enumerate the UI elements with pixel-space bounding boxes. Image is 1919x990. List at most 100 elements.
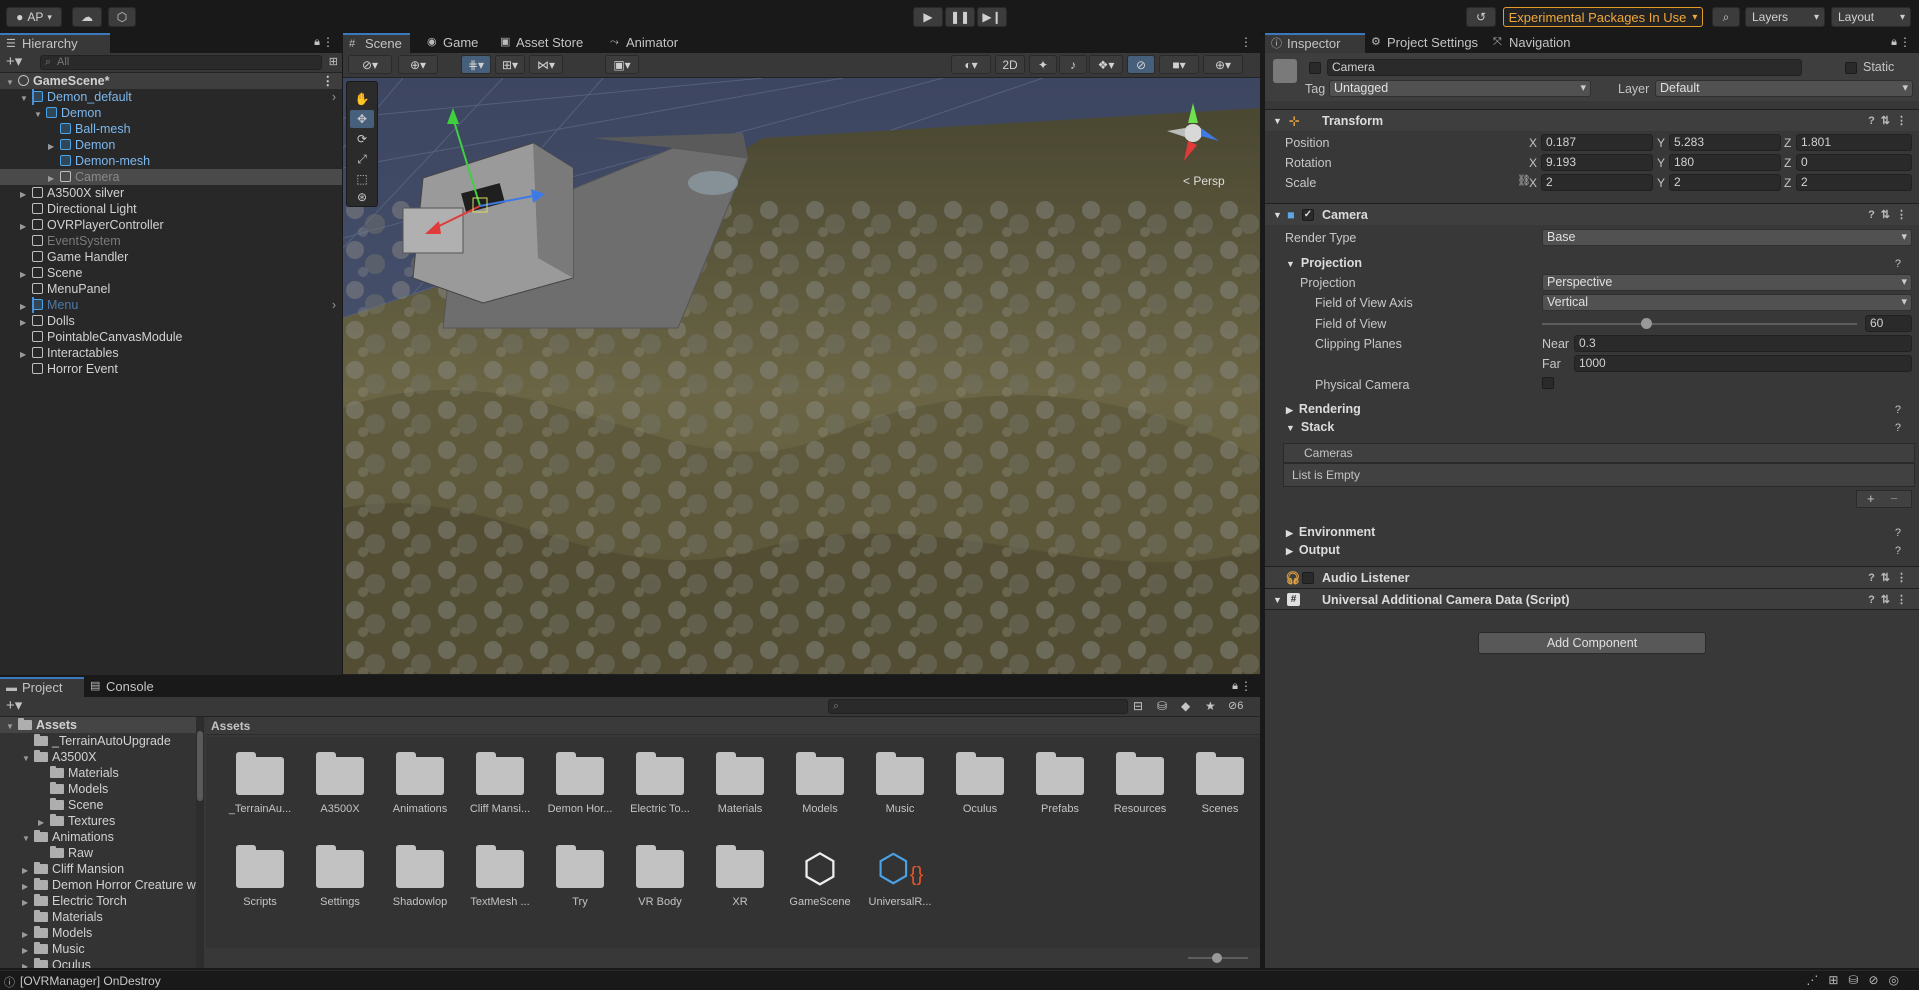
tab-navigation[interactable]: ⤧ Navigation [1487,33,1578,53]
collapsed-arrow-icon[interactable]: ▶ [22,959,32,968]
scene-viewport[interactable]: < Persp ✋ ✥ ⟳ ⤢ ⬚ ⊛ [343,78,1260,674]
help-icon[interactable]: ? [1895,404,1901,416]
asset-item[interactable]: Music [860,752,940,815]
search-icon[interactable]: ⌕ [1712,7,1740,27]
tab-scene[interactable]: # Scene [343,33,410,53]
tag-dropdown[interactable]: Untagged [1329,80,1591,97]
shading-dropdown[interactable]: ◐▾ [951,55,991,74]
lock-icon[interactable]: 🔒︎ [314,36,320,49]
experimental-packages-dropdown[interactable]: Experimental Packages In Use ▾ [1503,7,1703,27]
component-actions[interactable]: ?⇅⋮ [1868,589,1913,611]
hierarchy-item[interactable]: Ball-mesh [0,121,342,137]
physical-camera-checkbox[interactable] [1542,377,1554,389]
asset-item[interactable]: TextMesh ... [460,845,540,908]
transform-tool-icon[interactable]: ⊛ [353,188,371,206]
asset-item[interactable]: VR Body [620,845,700,908]
add-icon[interactable]: +▾ [6,54,22,70]
help-icon[interactable]: ? [1895,258,1901,270]
active-checkbox[interactable] [1309,62,1321,74]
hierarchy-item[interactable]: ▶ Scene [0,265,342,281]
folder-tree-item[interactable]: ▶ Oculus [0,957,196,968]
increment-snap-icon[interactable]: ⋈▾ [529,55,563,74]
hand-tool-icon[interactable]: ✋ [353,90,371,108]
asset-item[interactable]: Oculus [940,752,1020,815]
axis-label[interactable]: Y [1657,156,1665,170]
axis-label[interactable]: X [1529,136,1537,150]
tab-game[interactable]: ◉ Game [421,33,486,53]
account-dropdown[interactable]: ● AP ▾ [6,7,62,27]
hierarchy-item[interactable]: ▶ Menu › [0,297,342,313]
transform-position-x-field[interactable]: 0.187 [1541,134,1653,151]
fov-field[interactable]: 60 [1865,315,1912,332]
tab-console[interactable]: ▤ Console [84,677,162,697]
folder-tree-item[interactable]: ▶ Music [0,941,196,957]
asset-item[interactable]: Demon Hor... [540,752,620,815]
folder-tree-item[interactable]: _TerrainAutoUpgrade [0,733,196,749]
hierarchy-item[interactable]: MenuPanel [0,281,342,297]
help-icon[interactable]: ? [1895,527,1901,539]
render-type-dropdown[interactable]: Base [1542,229,1912,246]
layers-dropdown[interactable]: Layers ▾ [1745,7,1825,27]
axis-label[interactable]: X [1529,156,1537,170]
more-icon[interactable]: ⋮ [322,35,334,49]
rect-tool-icon[interactable]: ⬚ [353,170,371,188]
transform-scale-y-field[interactable]: 2 [1669,174,1781,191]
component-actions[interactable]: ?⇅⋮ [1868,567,1913,589]
projection-section[interactable]: ▼ Projection [1286,256,1362,270]
tab-inspector[interactable]: ⓘ Inspector [1265,33,1365,53]
axis-label[interactable]: Z [1784,136,1791,150]
more-icon[interactable]: ⋮ [322,73,335,89]
transform-position-z-field[interactable]: 1.801 [1796,134,1912,151]
gizmos-icon[interactable]: ⊕▾ [1203,55,1243,74]
asset-item[interactable]: _TerrainAu... [220,752,300,815]
zoom-slider[interactable] [1188,953,1248,963]
asset-item[interactable]: ⬡ GameScene [780,849,860,908]
draw-mode-dropdown[interactable]: ⊘▾ [348,55,392,74]
hierarchy-item[interactable]: ▶ A3500X silver [0,185,342,201]
play-button[interactable]: ▶ [913,7,943,27]
history-icon[interactable]: ↺ [1466,7,1496,27]
asset-item[interactable]: Cliff Mansi... [460,752,540,815]
asset-item[interactable]: Animations [380,752,460,815]
status-icons[interactable]: ⋰⊞⛁⊘◎ [1806,973,1909,987]
static-checkbox[interactable] [1845,62,1857,74]
help-icon[interactable]: ? [1895,545,1901,557]
visibility-icon[interactable]: ⊘ [1127,55,1155,74]
folder-tree-item[interactable]: Materials [0,909,196,925]
projection-dropdown[interactable]: Perspective [1542,274,1912,291]
asset-item[interactable]: A3500X [300,752,380,815]
asset-item[interactable]: ⬡{} UniversalR... [860,850,940,908]
folder-tree-item[interactable]: ▶ Textures [0,813,196,829]
transform-scale-x-field[interactable]: 2 [1541,174,1653,191]
asset-item[interactable]: Shadowlop [380,845,460,908]
hierarchy-item[interactable]: ▼ GameScene* ⋮ [0,73,342,89]
folder-tree-item[interactable]: ▼ A3500X [0,749,196,765]
asset-item[interactable]: Settings [300,845,380,908]
folder-tree-item[interactable]: Scene [0,797,196,813]
hierarchy-item[interactable]: ▼ Demon_default › [0,89,342,105]
axis-label[interactable]: Z [1784,156,1791,170]
tab-hierarchy[interactable]: ☰ Hierarchy [0,33,110,53]
tab-asset-store[interactable]: ▣ Asset Store [494,33,591,53]
hierarchy-item[interactable]: ▶ OVRPlayerController [0,217,342,233]
audio-listener-header[interactable]: 🎧︎ Audio Listener ?⇅⋮ [1265,566,1919,588]
transform-rotation-z-field[interactable]: 0 [1796,154,1912,171]
audio-listener-checkbox[interactable] [1302,572,1314,584]
collab-icon[interactable]: ⬡ [108,7,136,27]
chevron-right-icon[interactable]: › [332,297,336,313]
add-icon[interactable]: +▾ [6,698,22,714]
hidden-packages-icon[interactable]: ⊘6 [1228,699,1243,712]
lighting-icon[interactable]: ✦ [1029,55,1057,74]
asset-item[interactable]: Models [780,752,860,815]
remove-icon[interactable]: − [1890,491,1898,506]
transform-position-y-field[interactable]: 5.283 [1669,134,1781,151]
transform-header[interactable]: ▼ ⊹ Transform ?⇅⋮ [1265,109,1919,131]
fov-slider-track[interactable] [1542,318,1857,329]
folder-tree-item[interactable]: ▼ Animations [0,829,196,845]
tree-scrollbar[interactable] [196,717,204,968]
tab-project[interactable]: ▬ Project [0,677,84,697]
hierarchy-item[interactable]: ▶ Interactables [0,345,342,361]
hierarchy-item[interactable]: EventSystem [0,233,342,249]
chevron-right-icon[interactable]: › [332,89,336,105]
asset-item[interactable]: Scenes [1180,752,1260,815]
